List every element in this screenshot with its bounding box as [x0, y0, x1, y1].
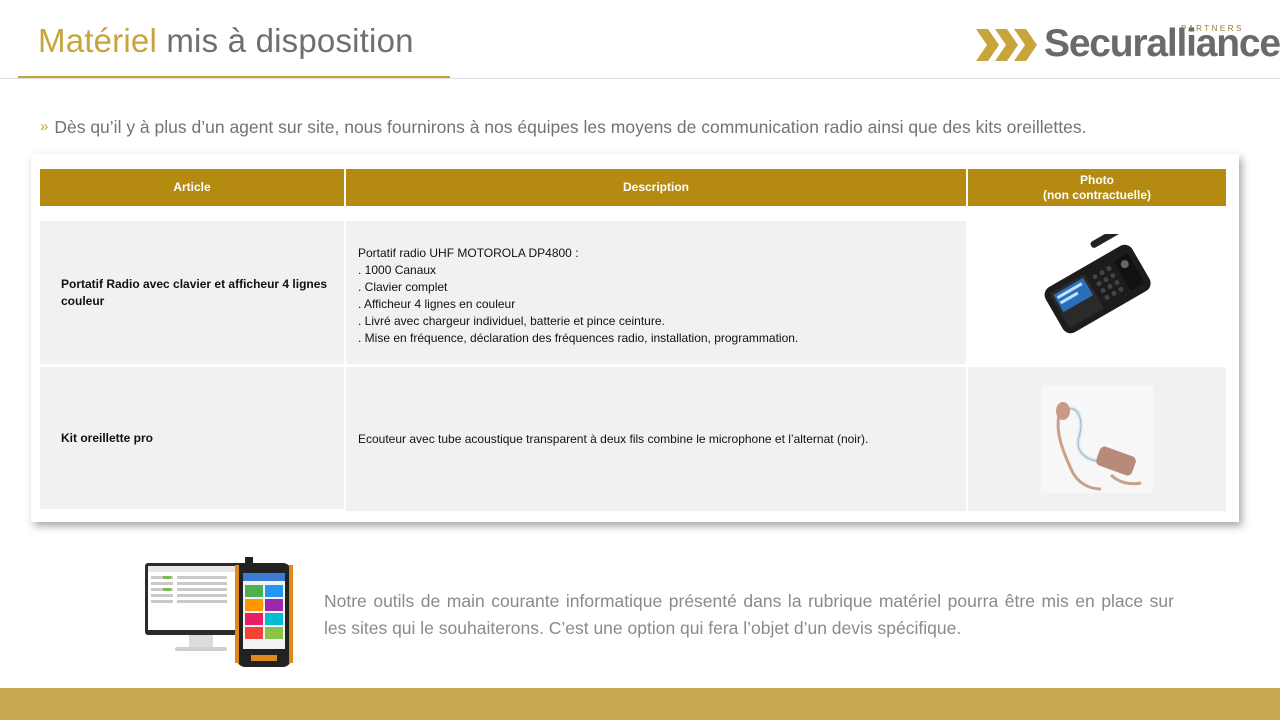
- page-title: Matériel mis à disposition: [38, 22, 414, 60]
- page-title-rest: mis à disposition: [156, 22, 414, 59]
- computer-and-tablet-image: [145, 557, 293, 667]
- row-2-article-text: Kit oreillette pro: [61, 430, 154, 445]
- intro-paragraph: » Dès qu’il y à plus d’un agent sur site,…: [40, 117, 1086, 138]
- table-row-2-description: Ecouteur avec tube acoustique transparen…: [346, 367, 966, 511]
- row-2-desc-line: Ecouteur avec tube acoustique transparen…: [358, 431, 869, 446]
- table-row-1-photo: [968, 221, 1226, 364]
- header-description-label: Description: [622, 180, 689, 194]
- row-1-desc-line: . 1000 Canaux: [358, 263, 437, 277]
- securalliance-logo: PARTNERS Securalliance: [974, 22, 1280, 66]
- header-article: Article: [40, 169, 344, 206]
- page-title-highlight: Matériel: [38, 22, 157, 59]
- row-1-desc-line: . Afficheur 4 lignes en couleur: [358, 297, 516, 311]
- bottom-paragraph: Notre outils de main courante informatiq…: [324, 591, 1174, 638]
- footer-band: [0, 688, 1280, 720]
- logo-chevrons-icon: [976, 29, 1037, 61]
- row-1-desc-line: . Clavier complet: [358, 280, 448, 294]
- row-1-article-text: Portatif Radio avec clavier et afficheur…: [61, 276, 328, 308]
- table-row-2-photo: [968, 367, 1226, 511]
- row-1-desc-line: Portatif radio UHF MOTOROLA DP4800 :: [358, 246, 579, 260]
- header-photo-note: (non contractuelle): [1042, 187, 1151, 202]
- double-chevron-icon: »: [40, 118, 49, 135]
- table-row-1-description: Portatif radio UHF MOTOROLA DP4800 : . 1…: [346, 221, 966, 364]
- header-divider: [0, 78, 1280, 79]
- intro-text: Dès qu’il y à plus d’un agent sur site, …: [54, 117, 1087, 137]
- logo-wordmark: Securalliance: [1044, 22, 1280, 65]
- header-photo-label: Photo: [1080, 172, 1114, 187]
- earpiece-photo-icon: [1041, 385, 1153, 493]
- table-row-2-article: Kit oreillette pro: [40, 367, 344, 509]
- header-article-label: Article: [173, 180, 211, 194]
- row-1-desc-line: . Livré avec chargeur individuel, batter…: [358, 314, 665, 328]
- radio-photo-icon: [1044, 233, 1151, 333]
- header-photo: Photo (non contractuelle): [968, 169, 1226, 206]
- header-description: Description: [346, 169, 966, 206]
- row-1-desc-line: . Mise en fréquence, déclaration des fré…: [358, 331, 799, 345]
- table-row-1-article: Portatif Radio avec clavier et afficheur…: [40, 221, 344, 364]
